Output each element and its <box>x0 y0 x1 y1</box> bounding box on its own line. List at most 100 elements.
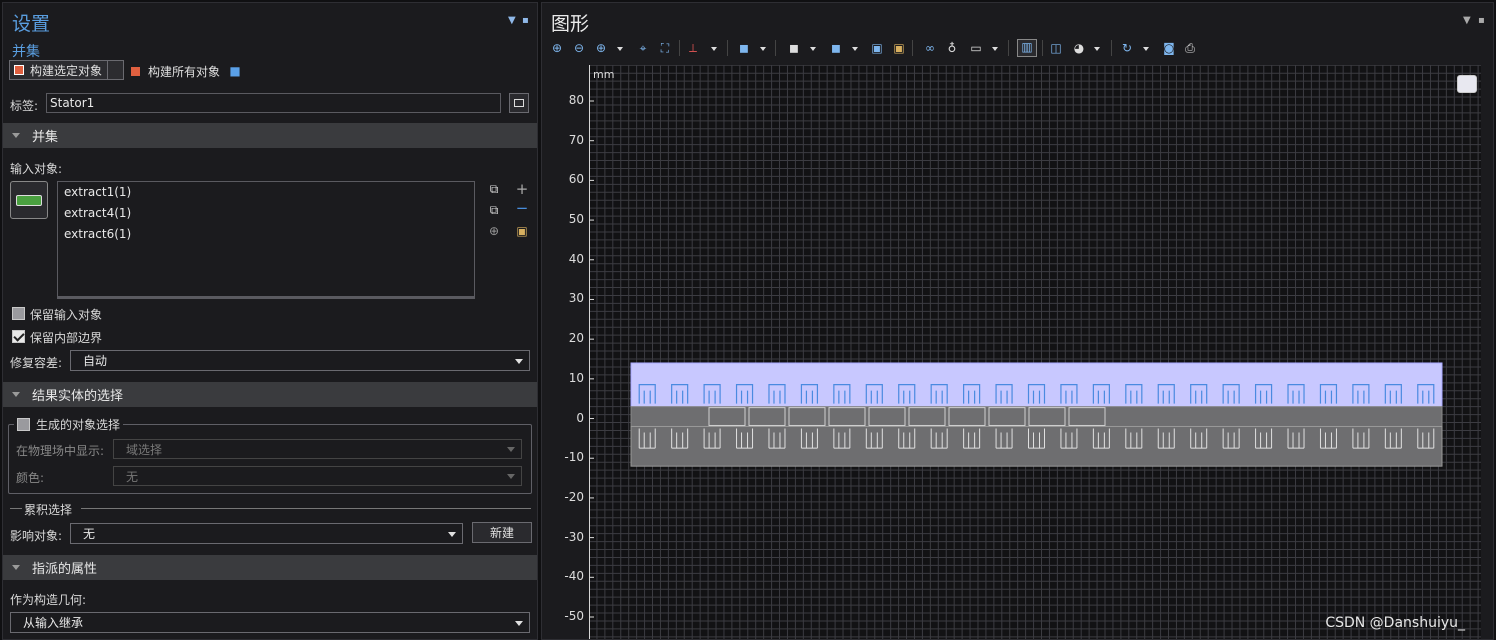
add-icon[interactable]: + <box>515 182 529 197</box>
y-tick-label: -50 <box>564 609 584 623</box>
grid-toggle-icon[interactable]: ▥ <box>1017 39 1037 57</box>
panel-menu-icon[interactable]: ▼ <box>508 15 516 26</box>
pin-icon[interactable]: ▪ <box>522 15 529 26</box>
zoom-to-selection-icon[interactable]: ▣ <box>870 41 884 55</box>
section-assigned[interactable]: 指派的属性 <box>3 555 537 580</box>
scene-light-icon[interactable]: ◫ <box>1049 41 1063 55</box>
build-update-icon[interactable]: ■ <box>228 64 242 78</box>
hide-icon[interactable]: ♁ <box>945 41 959 55</box>
build-all-label: 构建所有对象 <box>148 65 221 79</box>
zoom-out-icon[interactable]: ⊖ <box>572 41 586 55</box>
show-in-physics-caption: 在物理场中显示: <box>16 444 105 458</box>
y-tick-label: -10 <box>564 450 584 465</box>
zoom-selection-icon[interactable]: ⊕ <box>487 224 501 238</box>
copy-icon[interactable]: ⧉ <box>487 182 501 196</box>
view-dropdown-icon[interactable] <box>992 47 998 51</box>
zoom-selected-icon[interactable]: ⌖ <box>636 41 650 55</box>
color-select[interactable]: 无 <box>113 466 522 486</box>
clear-selection-icon[interactable]: ▣ <box>892 41 906 55</box>
new-button[interactable]: 新建 <box>472 522 532 543</box>
render-icon[interactable]: ◕ <box>1072 41 1086 55</box>
list-item[interactable]: extract4(1) <box>64 206 131 220</box>
camera-icon[interactable]: ◙ <box>1162 41 1176 55</box>
keep-input-checkbox[interactable] <box>12 307 25 320</box>
link-icon[interactable]: ∞ <box>923 41 937 55</box>
label-input[interactable]: Stator1 <box>46 93 501 113</box>
show-in-physics-select[interactable]: 域选择 <box>113 439 522 459</box>
y-tick-label: 60 <box>568 172 584 187</box>
contribute-caption: 影响对象: <box>10 529 63 543</box>
build-selected-label: 构建选定对象 <box>30 63 103 78</box>
unit-label: mm <box>593 68 615 81</box>
input-objects-caption: 输入对象: <box>10 162 63 176</box>
settings-title: 设置 <box>12 13 51 35</box>
pin-icon[interactable]: ▪ <box>1478 15 1485 26</box>
select-domains-icon[interactable]: ◼ <box>787 41 801 55</box>
y-tick-label: 50 <box>568 212 584 227</box>
y-tick-label: -40 <box>564 569 584 584</box>
y-tick-label: 30 <box>568 291 584 306</box>
y-tick-label: -20 <box>564 489 584 504</box>
input-objects-list[interactable]: extract1(1) extract4(1) extract6(1) <box>57 181 475 299</box>
list-item[interactable]: extract6(1) <box>64 227 131 241</box>
panel-menu-icon[interactable]: ▼ <box>1463 15 1471 26</box>
keep-interior-checkbox[interactable] <box>12 330 25 343</box>
node-type-label: 并集 <box>12 44 40 60</box>
y-tick-label: -30 <box>564 529 584 544</box>
generated-selection-label: 生成的对象选择 <box>36 418 121 432</box>
generated-selection-checkbox[interactable] <box>17 418 30 431</box>
zoom-extents-icon[interactable]: ⛶ <box>658 41 672 55</box>
geometry-view <box>588 64 1481 639</box>
repair-tol-select[interactable]: 自动 <box>70 350 530 371</box>
watermark: CSDN @Danshuiyu_ <box>1325 615 1465 631</box>
selection-toggle-button[interactable] <box>10 181 48 219</box>
reset-dropdown-icon[interactable] <box>1143 47 1149 51</box>
y-tick-label: 80 <box>568 93 584 107</box>
y-tick-label: 20 <box>568 331 584 346</box>
toggle-switch-icon <box>16 195 42 206</box>
divider <box>10 508 22 509</box>
remove-icon[interactable]: − <box>515 201 529 216</box>
select-boundaries-icon[interactable]: ◼ <box>829 41 843 55</box>
section-union[interactable]: 并集 <box>3 123 537 148</box>
build-selected-button[interactable]: 构建选定对象 <box>9 60 124 80</box>
y-tick-label: 10 <box>568 370 584 385</box>
build-dropdown-icon[interactable] <box>107 61 123 79</box>
graphics-canvas[interactable]: mm CSDN @Danshuiyu_ <box>588 64 1481 639</box>
label-caption: 标签: <box>10 99 39 113</box>
axes-icon[interactable]: ⟂ <box>686 41 700 55</box>
construction-geom-select[interactable]: 从输入继承 <box>10 612 530 633</box>
paste-icon[interactable]: ⧉ <box>487 203 501 217</box>
zoom-dropdown-icon[interactable] <box>617 47 623 51</box>
view-orientation-icon[interactable] <box>1457 75 1477 93</box>
view-icon[interactable]: ▭ <box>969 41 983 55</box>
boundaries-dropdown-icon[interactable] <box>852 47 858 51</box>
divider <box>81 508 531 509</box>
build-all-icon <box>131 67 140 76</box>
graphics-title: 图形 <box>551 13 590 35</box>
select-objects-icon[interactable]: ◼ <box>737 41 751 55</box>
domains-dropdown-icon[interactable] <box>810 47 816 51</box>
y-tick-label: 40 <box>568 251 584 266</box>
zoom-in-icon[interactable]: ⊕ <box>550 41 564 55</box>
contribute-select[interactable]: 无 <box>70 523 463 544</box>
build-all-button[interactable]: 构建所有对象 <box>131 63 220 80</box>
list-item[interactable]: extract1(1) <box>64 185 131 199</box>
settings-panel: 设置 ▼ ▪ 并集 构建选定对象 构建所有对象 ■ 标签: Stator1 并集… <box>2 2 538 640</box>
axes-dropdown-icon[interactable] <box>711 47 717 51</box>
print-icon[interactable]: ⎙ <box>1183 41 1197 55</box>
y-tick-label: 70 <box>568 132 584 147</box>
section-union-label: 并集 <box>32 130 59 145</box>
select-dropdown-icon[interactable] <box>760 47 766 51</box>
color-caption: 颜色: <box>16 471 45 485</box>
section-result-selection[interactable]: 结果实体的选择 <box>3 382 537 407</box>
label-edit-icon[interactable] <box>509 93 529 113</box>
cumulative-caption: 累积选择 <box>24 503 73 517</box>
clear-selection-icon[interactable]: ▣ <box>515 224 529 238</box>
construction-geom-caption: 作为构造几何: <box>10 593 87 607</box>
render-dropdown-icon[interactable] <box>1094 47 1100 51</box>
reset-view-icon[interactable]: ↻ <box>1120 41 1134 55</box>
keep-input-label: 保留输入对象 <box>30 308 103 322</box>
keep-interior-label: 保留内部边界 <box>30 331 103 345</box>
zoom-box-icon[interactable]: ⊕ <box>594 41 608 55</box>
